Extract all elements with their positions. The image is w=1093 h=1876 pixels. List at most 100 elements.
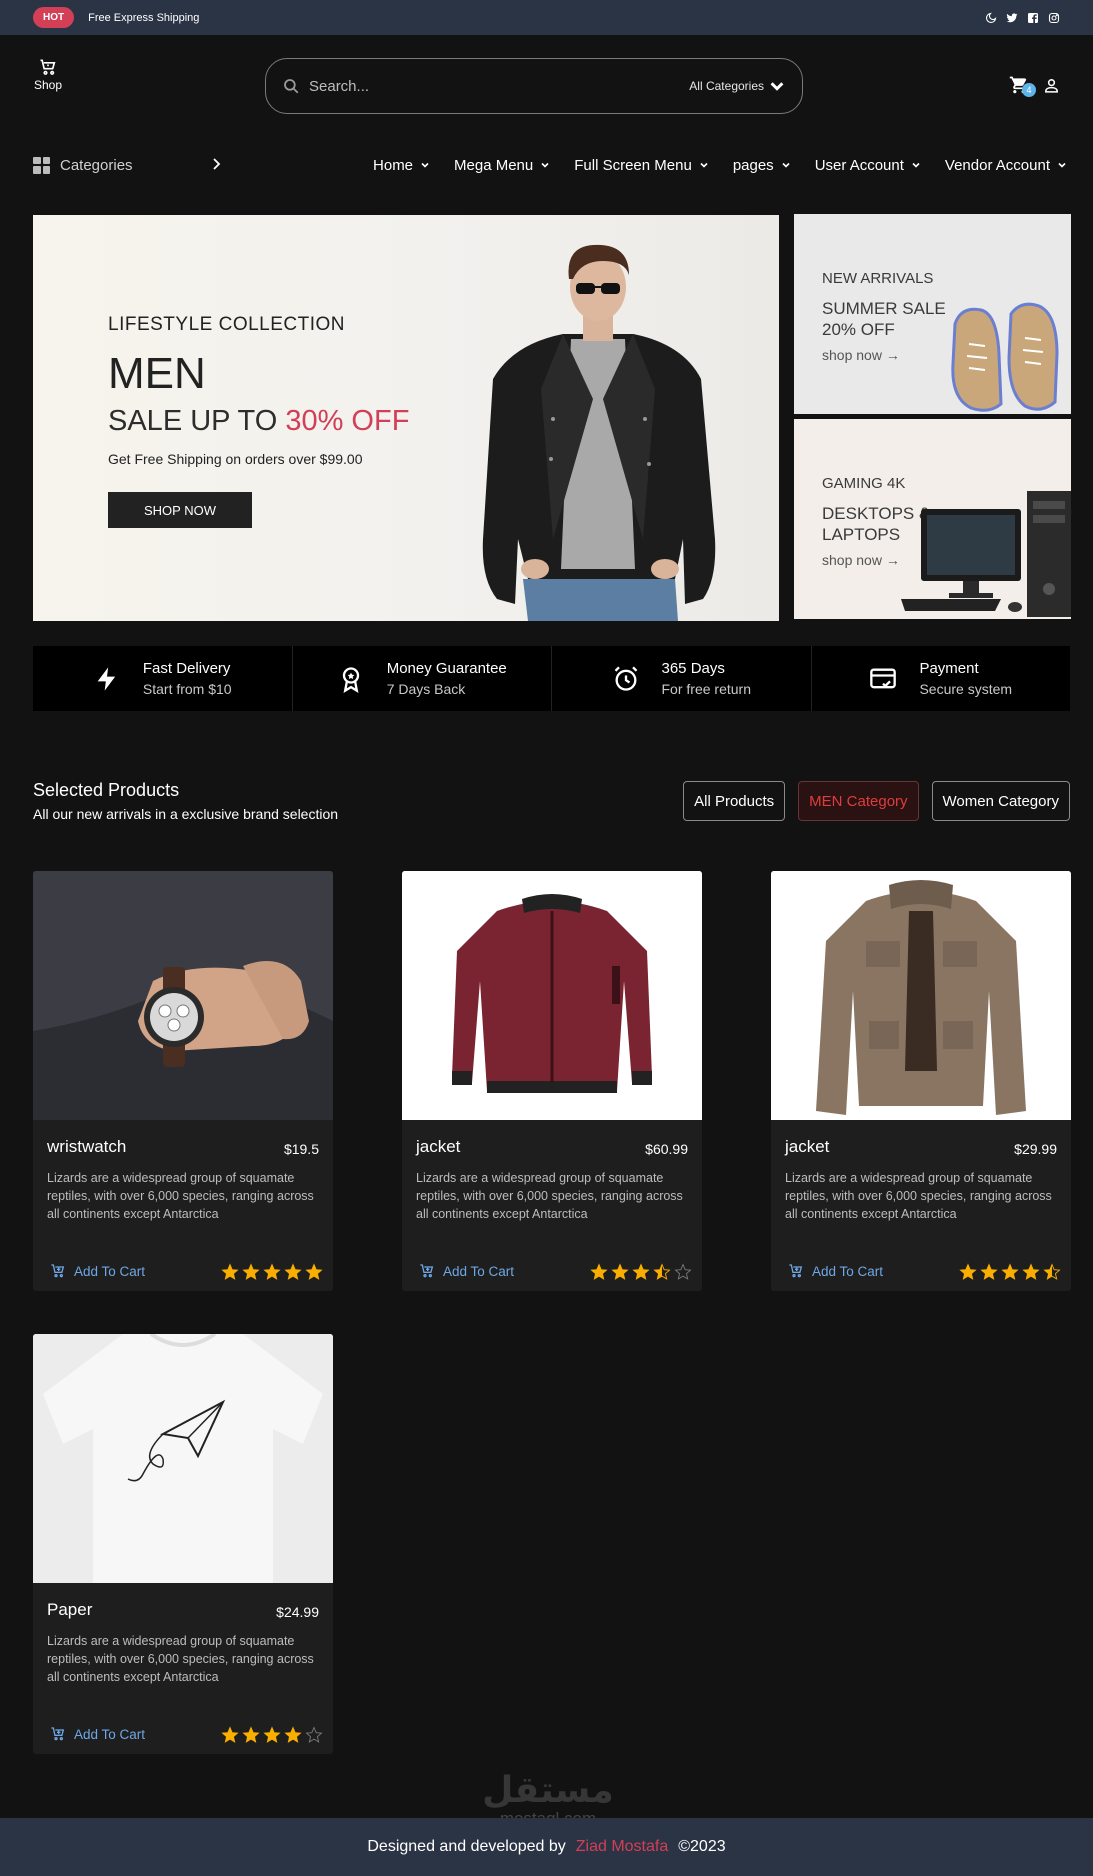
product-description: Lizards are a widespread group of squama…	[416, 1171, 683, 1221]
product-card[interactable]: jacket $60.99 Lizards are a widespread g…	[402, 871, 702, 1291]
star-icon	[284, 1726, 302, 1743]
award-icon	[342, 666, 359, 693]
hero-sale: SALE UP TO 30% OFF	[108, 405, 409, 438]
tab-men-category[interactable]: MEN Category	[798, 781, 919, 821]
rating-stars[interactable]	[221, 1263, 323, 1281]
feature-title: Payment	[919, 660, 979, 677]
promo-link-label: shop now	[822, 347, 882, 363]
category-select-label: All Categories	[689, 79, 764, 93]
moon-icon[interactable]	[985, 12, 997, 24]
product-card[interactable]: Paper $24.99 Lizards are a widespread gr…	[33, 1334, 333, 1754]
add-to-cart-button[interactable]: Add To Cart	[50, 1726, 145, 1742]
product-name: jacket	[416, 1137, 461, 1156]
star-icon	[263, 1726, 281, 1743]
cart-logo-icon	[40, 59, 56, 75]
add-to-cart-button[interactable]: Add To Cart	[788, 1263, 883, 1279]
logo-label: Shop	[33, 78, 63, 92]
menu: Home Mega Menu Full Screen Menu pages Us…	[373, 146, 1067, 184]
footer-author-link[interactable]: Ziad Mostafa	[576, 1838, 668, 1856]
product-description: Lizards are a widespread group of squama…	[785, 1171, 1052, 1221]
promo-link-label: shop now	[822, 552, 882, 568]
chevron-down-icon	[912, 162, 920, 168]
feature-365-days: 365 Days For free return	[552, 646, 812, 711]
categories-label: Categories	[60, 156, 133, 174]
add-cart-icon	[51, 1264, 65, 1278]
feature-title: 365 Days	[661, 660, 725, 677]
product-price: $24.99	[276, 1604, 319, 1620]
menu-item-home[interactable]: Home	[373, 157, 430, 174]
menu-item-label: Full Screen Menu	[574, 156, 692, 174]
star-icon	[221, 1726, 239, 1743]
add-cart-icon	[420, 1264, 434, 1278]
hero-shipping-note: Get Free Shipping on orders over $99.00	[108, 451, 363, 467]
product-price: $60.99	[645, 1141, 688, 1157]
menu-item-pages[interactable]: pages	[733, 157, 791, 174]
hero-sale-highlight: 30% OFF	[285, 405, 410, 437]
product-image	[402, 871, 702, 1120]
hot-badge: HOT	[33, 7, 75, 28]
add-to-cart-label: Add To Cart	[74, 1263, 146, 1279]
menu-item-vendor-account[interactable]: Vendor Account	[945, 157, 1067, 174]
watermark-arabic: مستقل	[482, 1769, 614, 1810]
top-icons	[985, 12, 1060, 24]
facebook-icon[interactable]	[1027, 12, 1039, 24]
product-description: Lizards are a widespread group of squama…	[47, 1171, 314, 1221]
footer-prefix: Designed and developed by	[367, 1838, 566, 1855]
product-image	[33, 871, 333, 1120]
star-icon	[653, 1263, 671, 1280]
category-select[interactable]: All Categories	[689, 77, 786, 95]
star-icon	[242, 1726, 260, 1743]
cart-count-badge: 4	[1022, 83, 1036, 97]
feature-title: Fast Delivery	[142, 660, 231, 677]
product-image	[33, 1334, 333, 1583]
promo-card-gaming[interactable]: GAMING 4K DESKTOPS & LAPTOPS shop now →	[794, 419, 1071, 619]
promo-link[interactable]: shop now →	[822, 347, 900, 363]
search-bar[interactable]: Search... All Categories	[265, 58, 803, 114]
tab-all-products[interactable]: All Products	[683, 781, 786, 821]
search-input[interactable]: Search...	[309, 78, 689, 95]
feature-title: Money Guarantee	[386, 660, 507, 677]
footer-year: ©2023	[678, 1838, 726, 1855]
chevron-down-icon	[770, 82, 784, 91]
alarm-clock-icon	[614, 666, 637, 691]
logo[interactable]: Shop	[33, 57, 63, 92]
categories-button[interactable]: Categories	[33, 146, 223, 184]
product-description: Lizards are a widespread group of squama…	[47, 1634, 314, 1684]
chevron-down-icon	[421, 162, 429, 168]
rating-stars[interactable]	[590, 1263, 692, 1281]
chevron-down-icon	[782, 162, 790, 168]
desktop-image	[901, 491, 1071, 617]
add-to-cart-button[interactable]: Add To Cart	[50, 1263, 145, 1279]
instagram-icon[interactable]	[1048, 12, 1060, 24]
promo-card-new-arrivals[interactable]: NEW ARRIVALS SUMMER SALE 20% OFF shop no…	[794, 214, 1071, 414]
star-icon	[221, 1263, 239, 1280]
rating-stars[interactable]	[221, 1726, 323, 1744]
rating-stars[interactable]	[959, 1263, 1061, 1281]
menu-item-full-screen-menu[interactable]: Full Screen Menu	[574, 157, 709, 174]
star-icon	[611, 1263, 629, 1280]
feature-sub: 7 Days Back	[386, 681, 466, 697]
product-card[interactable]: wristwatch $19.5 Lizards are a widesprea…	[33, 871, 333, 1291]
product-filter-tabs: All Products MEN Category Women Category	[683, 781, 1070, 821]
add-to-cart-label: Add To Cart	[812, 1263, 884, 1279]
add-to-cart-label: Add To Cart	[74, 1726, 146, 1742]
promo-link[interactable]: shop now →	[822, 552, 900, 568]
star-icon	[305, 1263, 323, 1280]
menu-item-mega-menu[interactable]: Mega Menu	[454, 157, 550, 174]
star-icon	[263, 1263, 281, 1280]
twitter-icon[interactable]	[1006, 12, 1018, 24]
product-name: jacket	[785, 1137, 830, 1156]
footer: Designed and developed by Ziad Mostafa ©…	[0, 1818, 1093, 1876]
star-icon	[980, 1263, 998, 1280]
menu-item-label: Mega Menu	[454, 156, 534, 174]
user-icon[interactable]	[1043, 77, 1060, 94]
star-icon	[632, 1263, 650, 1280]
star-icon	[590, 1263, 608, 1280]
shop-now-button[interactable]: SHOP NOW	[108, 492, 252, 528]
menu-item-user-account[interactable]: User Account	[815, 157, 921, 174]
tab-women-category[interactable]: Women Category	[931, 781, 1070, 821]
product-card[interactable]: jacket $29.99 Lizards are a widespread g…	[771, 871, 1071, 1291]
cart-button[interactable]: 4	[1009, 75, 1036, 97]
feature-sub: Start from $10	[142, 681, 232, 697]
add-to-cart-button[interactable]: Add To Cart	[419, 1263, 514, 1279]
